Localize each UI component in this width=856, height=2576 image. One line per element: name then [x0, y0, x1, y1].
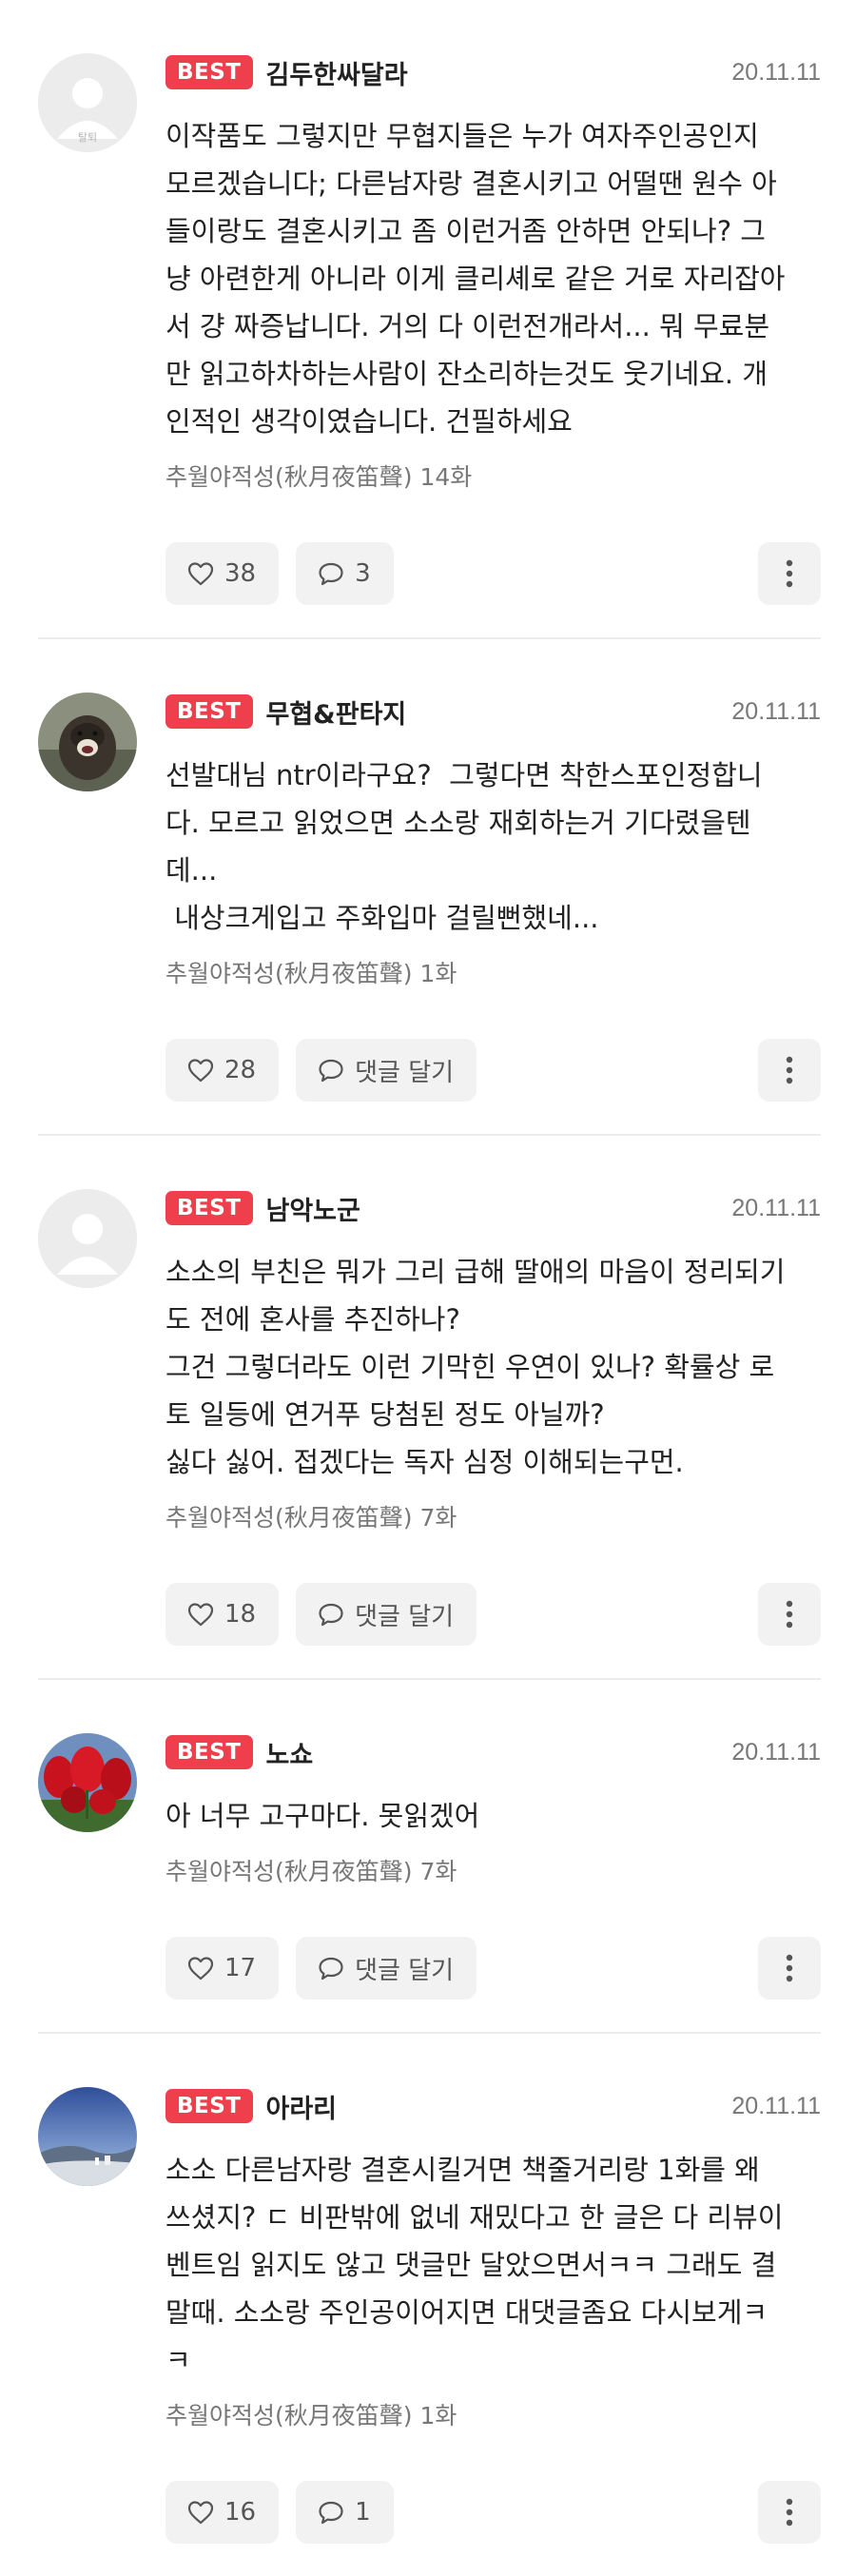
episode-source[interactable]: 추월야적성(秋月夜笛聲) 1화 — [165, 2397, 821, 2431]
comment-item: BEST 아라리 20.11.11 소소 다른남자랑 결혼시킬거면 책줄거리랑 … — [38, 2034, 821, 2576]
speech-bubble-icon — [319, 562, 343, 586]
comment-meta: BEST 아라리 20.11.11 — [165, 2087, 821, 2125]
comment-text: 아 너무 고구마다. 못읽겠어 — [165, 1800, 480, 1832]
speech-bubble-icon — [319, 2501, 343, 2525]
comment-date: 20.11.11 — [731, 58, 821, 86]
speech-bubble-icon — [319, 1957, 343, 1981]
comment-date: 20.11.11 — [731, 697, 821, 725]
vertical-dots-icon — [786, 559, 793, 588]
comment-date: 20.11.11 — [731, 1738, 821, 1766]
comment-meta: BEST 남악노군 20.11.11 — [165, 1189, 821, 1227]
heart-outline-icon — [187, 1603, 214, 1627]
more-options-button[interactable] — [758, 1583, 821, 1646]
vertical-dots-icon — [786, 2498, 793, 2527]
reply-button[interactable]: 3 — [296, 542, 394, 605]
comment-meta: BEST 김두한싸달라 20.11.11 — [165, 53, 821, 91]
more-options-button[interactable] — [758, 2481, 821, 2544]
avatar[interactable] — [38, 1189, 137, 1288]
speech-bubble-icon — [319, 1059, 343, 1083]
episode-source[interactable]: 추월야적성(秋月夜笛聲) 7화 — [165, 1499, 821, 1533]
best-badge: BEST — [165, 694, 253, 729]
comment-text: 이작품도 그렇지만 무협지들은 누가 여자주인공인지 모르겠습니다; 다른남자랑… — [165, 120, 786, 438]
nickname[interactable]: 아라리 — [266, 2088, 732, 2125]
comment-body: BEST 무협&판타지 20.11.11 선발대님 ntr이라구요? 그렇다면 … — [165, 693, 821, 1102]
comment-body: BEST 남악노군 20.11.11 소소의 부친은 뭐가 그리 급해 딸애의 … — [165, 1189, 821, 1646]
like-count: 17 — [224, 1954, 257, 1982]
reply-label: 댓글 달기 — [355, 1602, 455, 1631]
comment-body: BEST 노쇼 20.11.11 아 너무 고구마다. 못읽겠어 추월야적성(秋… — [165, 1733, 821, 2000]
comment-meta: BEST 노쇼 20.11.11 — [165, 1733, 821, 1771]
like-button[interactable]: 28 — [165, 1039, 280, 1102]
comment-actions: 17 댓글 달기 — [165, 1937, 821, 2000]
best-badge: BEST — [165, 2089, 253, 2123]
like-button[interactable]: 16 — [165, 2481, 280, 2544]
more-options-button[interactable] — [758, 1937, 821, 2000]
comment-body: BEST 김두한싸달라 20.11.11 이작품도 그렇지만 무협지들은 누가 … — [165, 53, 821, 605]
landscape-photo-avatar-icon — [38, 2087, 137, 2186]
comment-item: 탈퇴 BEST 김두한싸달라 20.11.11 이작품도 그렇지만 무협지들은 … — [38, 0, 821, 639]
nickname[interactable]: 노쇼 — [266, 1734, 732, 1771]
avatar[interactable] — [38, 693, 137, 791]
episode-source[interactable]: 추월야적성(秋月夜笛聲) 7화 — [165, 1853, 821, 1887]
comment-actions: 18 댓글 달기 — [165, 1583, 821, 1646]
reply-label: 댓글 달기 — [355, 1956, 455, 1985]
reply-button[interactable]: 댓글 달기 — [296, 1583, 477, 1646]
episode-source[interactable]: 추월야적성(秋月夜笛聲) 14화 — [165, 459, 821, 493]
like-count: 38 — [224, 559, 257, 588]
comment-item: BEST 남악노군 20.11.11 소소의 부친은 뭐가 그리 급해 딸애의 … — [38, 1136, 821, 1680]
reply-label: 3 — [355, 559, 371, 588]
reply-label: 1 — [355, 2498, 371, 2527]
comment-actions: 28 댓글 달기 — [165, 1039, 821, 1102]
avatar[interactable] — [38, 1733, 137, 1832]
comment-date: 20.11.11 — [731, 2092, 821, 2119]
default-avatar-icon — [38, 1189, 137, 1288]
animal-photo-avatar-icon — [38, 693, 137, 791]
vertical-dots-icon — [786, 1954, 793, 1982]
comment-item: BEST 노쇼 20.11.11 아 너무 고구마다. 못읽겠어 추월야적성(秋… — [38, 1680, 821, 2034]
comment-text: 선발대님 ntr이라구요? 그렇다면 착한스포인정합니 다. 모르고 읽었으면 … — [165, 759, 763, 934]
avatar[interactable]: 탈퇴 — [38, 53, 137, 152]
comment-list: 탈퇴 BEST 김두한싸달라 20.11.11 이작품도 그렇지만 무협지들은 … — [0, 0, 856, 2576]
vertical-dots-icon — [786, 1056, 793, 1084]
vertical-dots-icon — [786, 1600, 793, 1629]
heart-outline-icon — [187, 1059, 214, 1083]
like-button[interactable]: 17 — [165, 1937, 280, 2000]
comment-actions: 16 1 — [165, 2481, 821, 2544]
nickname[interactable]: 김두한싸달라 — [266, 54, 732, 91]
comment-text: 소소의 부친은 뭐가 그리 급해 딸애의 마음이 정리되기 도 전에 혼사를 추… — [165, 1256, 786, 1478]
withdrawn-label: 탈퇴 — [77, 131, 98, 144]
nickname[interactable]: 남악노군 — [266, 1190, 732, 1227]
avatar[interactable] — [38, 2087, 137, 2186]
more-options-button[interactable] — [758, 542, 821, 605]
reply-button[interactable]: 댓글 달기 — [296, 1039, 477, 1102]
reply-label: 댓글 달기 — [355, 1058, 455, 1087]
speech-bubble-icon — [319, 1603, 343, 1627]
best-badge: BEST — [165, 1191, 253, 1225]
episode-source[interactable]: 추월야적성(秋月夜笛聲) 1화 — [165, 955, 821, 989]
comment-item: BEST 무협&판타지 20.11.11 선발대님 ntr이라구요? 그렇다면 … — [38, 639, 821, 1136]
best-badge: BEST — [165, 55, 253, 89]
like-button[interactable]: 38 — [165, 542, 280, 605]
like-count: 28 — [224, 1056, 257, 1084]
tulip-photo-avatar-icon — [38, 1733, 137, 1832]
nickname[interactable]: 무협&판타지 — [266, 693, 732, 731]
heart-outline-icon — [187, 1957, 214, 1981]
like-count: 16 — [224, 2498, 257, 2527]
like-count: 18 — [224, 1600, 257, 1629]
reply-button[interactable]: 1 — [296, 2481, 394, 2544]
comment-actions: 38 3 — [165, 542, 821, 605]
comment-date: 20.11.11 — [731, 1194, 821, 1221]
comment-meta: BEST 무협&판타지 20.11.11 — [165, 693, 821, 731]
reply-button[interactable]: 댓글 달기 — [296, 1937, 477, 2000]
more-options-button[interactable] — [758, 1039, 821, 1102]
comment-body: BEST 아라리 20.11.11 소소 다른남자랑 결혼시킬거면 책줄거리랑 … — [165, 2087, 821, 2544]
heart-outline-icon — [187, 562, 214, 586]
like-button[interactable]: 18 — [165, 1583, 280, 1646]
best-badge: BEST — [165, 1735, 253, 1769]
heart-outline-icon — [187, 2501, 214, 2525]
comment-text: 소소 다른남자랑 결혼시킬거면 책줄거리랑 1화를 왜 쓰셨지? ㄷ 비판밖에 … — [165, 2154, 784, 2376]
